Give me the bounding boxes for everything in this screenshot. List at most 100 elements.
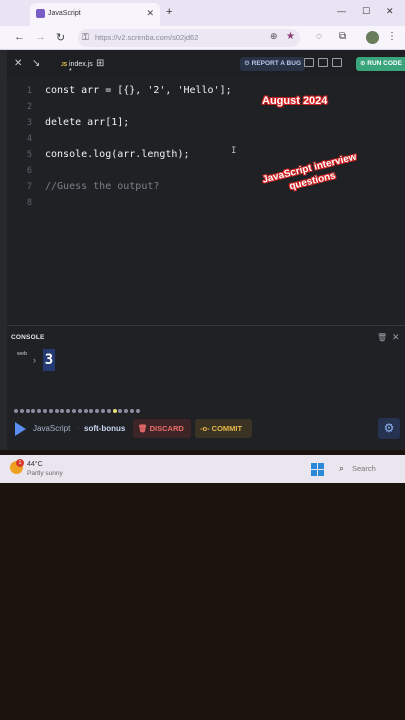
branch-label[interactable]: soft-bonus	[84, 424, 125, 433]
timeline-dot[interactable]	[83, 409, 88, 413]
line-number: 2	[26, 102, 32, 112]
minimize-window-button[interactable]: —	[337, 6, 346, 16]
timeline-dot[interactable]	[48, 409, 53, 413]
address-bar[interactable]: ⚿ https://v2.scrimba.com/s02jd62 ⊕ ★	[78, 29, 300, 47]
avatar[interactable]	[366, 31, 379, 44]
tab-close-icon[interactable]: ✕	[146, 8, 154, 19]
code-text[interactable]: console.log(arr.length);	[45, 149, 190, 160]
timeline-dot[interactable]	[95, 409, 100, 413]
weather-condition[interactable]: Partly sunny	[27, 470, 63, 477]
code-line[interactable]: 3 delete arr[1];	[7, 116, 405, 132]
timeline-dot[interactable]	[14, 409, 18, 413]
line-number: 4	[26, 134, 32, 144]
layout-split-icon[interactable]	[304, 58, 314, 67]
code-line[interactable]: 7 //Guess the output?	[7, 180, 405, 196]
reload-icon[interactable]: ↻	[56, 31, 65, 44]
url-text[interactable]: https://v2.scrimba.com/s02jd62	[95, 33, 198, 42]
discard-button[interactable]: 🗑 DISCARD	[133, 419, 191, 438]
code-comment[interactable]: //Guess the output?	[45, 181, 159, 192]
console-header: CONSOLE 🗑 ✕	[7, 330, 405, 346]
close-icon[interactable]: ✕	[392, 332, 400, 343]
play-icon[interactable]	[15, 422, 26, 436]
browser-tab[interactable]: JavaScript ✕	[30, 3, 160, 26]
close-editor-icon[interactable]: ✕	[14, 58, 22, 69]
js-file-icon: JS	[61, 62, 68, 68]
settings-button[interactable]: ⚙	[378, 418, 400, 439]
editor-toolbar: ✕ ↘ JS index.js * ⊞ ⚙ REPORT A BUG ⊙ RUN…	[7, 52, 405, 76]
code-line[interactable]: 2	[7, 100, 405, 116]
timeline-dot[interactable]	[19, 409, 24, 413]
console-divider[interactable]	[7, 325, 405, 326]
timeline-dot[interactable]	[106, 409, 111, 413]
zoom-icon[interactable]: ⊕	[270, 31, 278, 42]
star-icon[interactable]: ★	[286, 31, 295, 42]
extensions-icon[interactable]: ⧉	[339, 31, 346, 42]
timeline-dot[interactable]	[31, 409, 36, 413]
browser-toolbar: ← → ↻ ⚿ https://v2.scrimba.com/s02jd62 ⊕…	[0, 26, 405, 50]
layout-fullscreen-icon[interactable]	[318, 58, 328, 67]
browser-tab-bar: JavaScript ✕ + — ☐ ✕	[0, 0, 405, 26]
line-number: 6	[26, 166, 32, 176]
search-icon[interactable]: ⌕	[339, 463, 344, 474]
report-bug-button[interactable]: ⚙ REPORT A BUG	[240, 57, 305, 71]
timeline-dot[interactable]	[77, 409, 82, 413]
lock-icon[interactable]: ⚿	[82, 32, 89, 43]
timeline-dot[interactable]	[66, 409, 71, 413]
code-editor[interactable]: 1 const arr = [{}, '2', 'Hello']; 2 3 de…	[7, 80, 405, 320]
timeline-dot[interactable]	[101, 409, 105, 413]
timeline-dot[interactable]	[25, 409, 30, 413]
bottom-bar: JavaScript · soft-bonus 🗑 DISCARD -o- CO…	[7, 417, 405, 442]
timeline-dot[interactable]	[124, 409, 129, 413]
line-number: 7	[26, 182, 32, 192]
commit-button[interactable]: -o- COMMIT	[195, 419, 252, 438]
file-tab-label: index.js *	[69, 61, 93, 75]
new-file-icon[interactable]: ⊞	[96, 58, 104, 69]
profile-sync-icon[interactable]: ◌	[316, 31, 322, 42]
minimize-arrow-icon[interactable]: ↘	[32, 58, 40, 69]
layout-panel-icon[interactable]	[332, 58, 342, 67]
run-code-button[interactable]: ⊙ RUN CODE	[356, 57, 405, 71]
playback-timeline[interactable]	[14, 406, 144, 416]
separator: ·	[77, 424, 80, 433]
timeline-dot[interactable]	[135, 409, 140, 413]
new-tab-button[interactable]: +	[166, 6, 172, 18]
maximize-window-button[interactable]: ☐	[362, 6, 370, 17]
language-label[interactable]: JavaScript	[33, 424, 70, 433]
weather-temperature[interactable]: 44°C	[27, 461, 43, 468]
console-output: 3	[43, 349, 55, 371]
line-number: 5	[26, 150, 32, 160]
close-window-button[interactable]: ✕	[386, 6, 394, 17]
code-line[interactable]: 8	[7, 196, 405, 212]
back-icon[interactable]: ←	[14, 31, 25, 43]
timeline-dot[interactable]	[118, 409, 123, 413]
commit-icon: -o-	[200, 424, 212, 433]
timeline-dot[interactable]	[130, 409, 134, 413]
chevron-right-icon: ›	[33, 355, 36, 365]
bug-icon: ⚙	[244, 60, 252, 67]
windows-start-icon[interactable]	[311, 463, 324, 476]
timeline-dot[interactable]	[112, 409, 117, 413]
code-text[interactable]: const arr = [{}, '2', 'Hello'];	[45, 85, 232, 96]
line-number: 8	[26, 198, 32, 208]
trash-icon[interactable]: 🗑	[377, 333, 387, 342]
timeline-dot[interactable]	[54, 409, 59, 413]
forward-icon[interactable]: →	[35, 31, 46, 43]
menu-icon[interactable]: ⋮	[387, 31, 397, 42]
timeline-dot[interactable]	[89, 409, 94, 413]
timeline-dot[interactable]	[72, 409, 76, 413]
code-text[interactable]: delete arr[1];	[45, 117, 129, 128]
line-number: 3	[26, 118, 32, 128]
timeline-dot[interactable]	[43, 409, 47, 413]
code-line[interactable]: 1 const arr = [{}, '2', 'Hello'];	[7, 84, 405, 100]
code-line[interactable]: 4	[7, 132, 405, 148]
console-source-label: web	[17, 351, 28, 357]
scrimba-favicon-icon	[36, 9, 45, 18]
timeline-dot[interactable]	[60, 409, 65, 413]
overlay-date: August 2024	[262, 95, 328, 107]
text-cursor: I	[231, 146, 237, 156]
taskbar-search[interactable]: Search	[352, 464, 376, 473]
timeline-dot[interactable]	[37, 409, 42, 413]
line-number: 1	[26, 86, 32, 96]
left-edge-strip	[0, 50, 7, 450]
gear-icon: ⚙	[383, 421, 395, 435]
